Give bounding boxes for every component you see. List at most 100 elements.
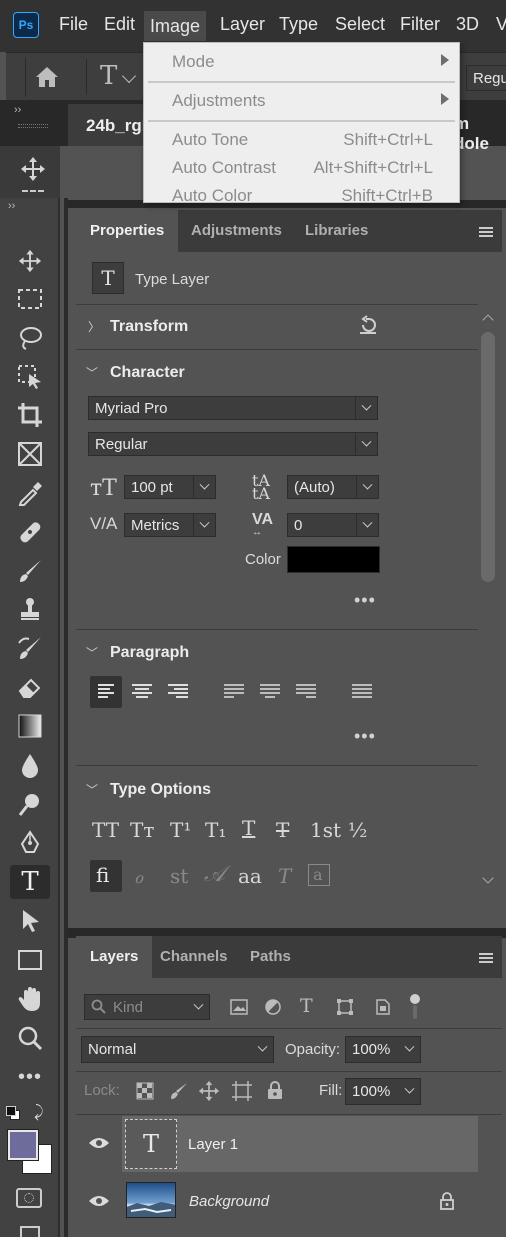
justify-last-center-button[interactable] <box>254 676 286 708</box>
history-brush-tool-icon[interactable] <box>10 631 50 665</box>
font-style-field[interactable]: Regu <box>466 65 506 91</box>
eraser-tool-icon[interactable] <box>10 670 50 704</box>
leading-field[interactable]: (Auto) <box>287 475 379 499</box>
justify-all-button[interactable] <box>346 676 378 708</box>
transform-section-title[interactable]: Transform <box>110 318 188 336</box>
tab-layers[interactable]: Layers <box>76 936 153 978</box>
swap-colors-icon[interactable]: ⤸ <box>34 1104 44 1122</box>
ordinals-button[interactable]: 1st <box>310 818 341 842</box>
brush-tool-icon[interactable] <box>10 554 50 588</box>
panel-menu-icon[interactable] <box>479 953 493 963</box>
menu-layer[interactable]: Layer <box>220 14 265 35</box>
type-tool-icon[interactable]: T <box>10 865 50 899</box>
layer-filter-select[interactable]: Kind <box>84 994 210 1020</box>
scroll-up-icon[interactable] <box>482 314 494 326</box>
chevron-down-icon[interactable]: 〉 <box>84 783 101 795</box>
blur-tool-icon[interactable] <box>10 748 50 782</box>
lock-transparent-pixels-icon[interactable] <box>136 1082 154 1100</box>
filter-pixel-icon[interactable] <box>230 998 248 1016</box>
filter-smart-object-icon[interactable] <box>374 998 392 1016</box>
layer-name[interactable]: Layer 1 <box>188 1136 238 1153</box>
eyedropper-tool-icon[interactable] <box>10 476 50 510</box>
hand-tool-icon[interactable] <box>10 982 50 1016</box>
menu-select[interactable]: Select <box>335 14 385 35</box>
lock-all-icon[interactable] <box>266 1080 284 1100</box>
menu-image[interactable]: Image <box>144 11 207 41</box>
menu-item-auto-tone[interactable]: Auto Tone <box>172 130 248 150</box>
chevron-down-icon[interactable] <box>193 476 215 498</box>
chevron-down-icon[interactable] <box>121 68 137 84</box>
blend-mode-select[interactable]: Normal <box>81 1036 274 1063</box>
ligatures-button[interactable]: fi <box>90 860 122 892</box>
menu-filter[interactable]: Filter <box>400 14 440 35</box>
layer-row[interactable]: T Layer 1 <box>76 1116 478 1172</box>
dodge-tool-icon[interactable] <box>10 787 50 821</box>
menu-type[interactable]: Type <box>279 14 318 35</box>
ordinals-alt-button[interactable]: a <box>308 864 330 886</box>
stylistic-alternates-button[interactable]: aa <box>238 864 262 888</box>
gradient-tool-icon[interactable] <box>10 709 50 743</box>
font-style-select[interactable]: Regular <box>88 432 378 456</box>
default-colors-icon[interactable] <box>6 1106 20 1120</box>
filter-shape-icon[interactable] <box>336 998 354 1016</box>
chevron-down-icon[interactable] <box>398 1037 420 1062</box>
fill-field[interactable]: 100% <box>345 1078 421 1105</box>
lock-position-icon[interactable] <box>198 1080 220 1102</box>
kerning-select[interactable]: Metrics <box>124 513 216 537</box>
screen-mode-icon[interactable] <box>20 1226 40 1237</box>
menu-edit[interactable]: Edit <box>104 14 135 35</box>
chevron-down-icon[interactable] <box>356 514 378 536</box>
more-tools-icon[interactable]: ••• <box>10 1060 50 1094</box>
scrollbar-thumb[interactable] <box>481 332 495 582</box>
chevron-down-icon[interactable]: 〉 <box>84 646 101 658</box>
foreground-color-swatch[interactable] <box>7 1129 39 1161</box>
crop-tool-icon[interactable] <box>10 398 50 432</box>
reset-icon[interactable] <box>358 314 380 336</box>
marquee-tool-icon[interactable] <box>10 282 50 316</box>
superscript-button[interactable]: T¹ <box>170 818 191 842</box>
path-selection-tool-icon[interactable] <box>10 904 50 938</box>
move-icon[interactable] <box>20 156 46 182</box>
chevron-down-icon[interactable] <box>398 1079 420 1104</box>
align-left-button[interactable] <box>90 676 122 708</box>
frame-tool-icon[interactable] <box>10 437 50 471</box>
collapse-icon[interactable]: ›› <box>14 104 21 116</box>
lock-image-pixels-icon[interactable] <box>170 1082 188 1100</box>
clone-stamp-tool-icon[interactable] <box>10 592 50 626</box>
filter-toggle[interactable] <box>410 994 420 1020</box>
home-icon[interactable] <box>34 65 60 89</box>
more-options-icon[interactable]: ••• <box>354 726 376 747</box>
underline-button[interactable]: T <box>242 816 255 840</box>
object-selection-tool-icon[interactable] <box>10 360 50 394</box>
menu-view[interactable]: V <box>496 14 506 35</box>
pen-tool-icon[interactable] <box>10 826 50 860</box>
more-options-icon[interactable]: ••• <box>354 590 376 611</box>
chevron-down-icon[interactable] <box>251 1037 273 1062</box>
photoshop-logo[interactable]: Ps <box>13 12 39 38</box>
old-style-button[interactable]: ℴ <box>134 864 143 888</box>
menu-item-mode[interactable]: Mode <box>172 52 215 72</box>
tab-adjustments[interactable]: Adjustments <box>177 210 296 252</box>
paragraph-section-title[interactable]: Paragraph <box>110 644 189 662</box>
layer-name[interactable]: Background <box>189 1193 269 1210</box>
visibility-eye-icon[interactable] <box>88 1136 110 1150</box>
menu-item-auto-color[interactable]: Auto Color <box>172 186 252 202</box>
all-caps-button[interactable]: TT <box>92 818 119 842</box>
chevron-down-icon[interactable] <box>355 433 377 455</box>
menu-3d[interactable]: 3D <box>456 14 479 35</box>
font-family-select[interactable]: Myriad Pro <box>88 396 378 420</box>
discretionary-ligatures-button[interactable]: st <box>170 864 188 888</box>
scroll-down-icon[interactable] <box>482 872 494 884</box>
menu-item-adjustments[interactable]: Adjustments <box>172 91 266 111</box>
chevron-down-icon[interactable] <box>193 514 215 536</box>
strikethrough-button[interactable]: T <box>276 818 289 842</box>
lasso-tool-icon[interactable] <box>10 321 50 355</box>
character-section-title[interactable]: Character <box>110 364 185 382</box>
tab-libraries[interactable]: Libraries <box>291 210 382 252</box>
align-right-button[interactable] <box>162 676 194 708</box>
titling-alternates-button[interactable]: T <box>278 864 291 888</box>
type-options-section-title[interactable]: Type Options <box>110 781 211 799</box>
align-center-button[interactable] <box>126 676 158 708</box>
subscript-button[interactable]: T₁ <box>205 818 226 842</box>
healing-brush-tool-icon[interactable] <box>10 515 50 549</box>
